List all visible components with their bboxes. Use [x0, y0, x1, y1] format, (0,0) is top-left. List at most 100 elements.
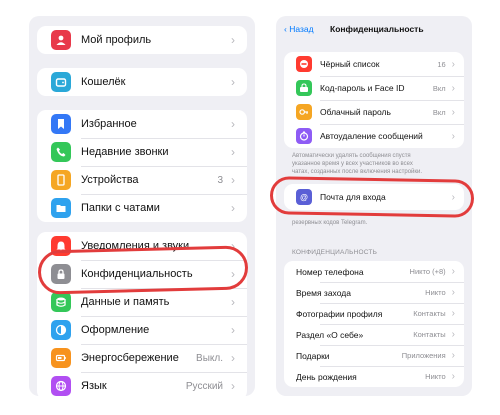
privacy-item-value: Контакты [413, 330, 446, 339]
privacy-item-value: Приложения [401, 351, 446, 360]
page-title: Конфиденциальность [330, 24, 424, 34]
lock-icon [51, 264, 71, 284]
settings-item-power-saving[interactable]: Энергосбережение Выкл. › [37, 344, 247, 372]
privacy-item-value: Никто (+8) [409, 267, 446, 276]
privacy-item-cloud-password[interactable]: Облачный пароль Вкл › [284, 100, 464, 124]
chevron-right-icon: › [451, 308, 455, 319]
privacy-settings-group: Номер телефона Никто (+8) › Время захода… [284, 261, 464, 387]
settings-item-appearance[interactable]: Оформление › [37, 316, 247, 344]
settings-item-my-profile[interactable]: Мой профиль › [37, 26, 247, 54]
privacy-item-bio[interactable]: Раздел «О себе» Контакты › [284, 324, 464, 345]
privacy-item-passcode[interactable]: Код-пароль и Face ID Вкл › [284, 76, 464, 100]
settings-screen: Мой профиль › Кошелёк › Избранное › Неда… [29, 16, 255, 396]
chevron-right-icon: › [451, 350, 455, 361]
footnote-line: чатах, созданных после включения настрой… [292, 169, 423, 175]
chevron-right-icon: › [231, 379, 235, 393]
settings-item-label: Оформление [81, 324, 150, 336]
back-button-label: Назад [289, 24, 314, 34]
chevron-left-icon: ‹ [284, 24, 287, 34]
passcode-value: Вкл [432, 83, 446, 93]
wallet-group: Кошелёк › [37, 68, 247, 96]
blocked-count: 16 [437, 59, 446, 69]
phone-icon [51, 142, 71, 162]
chevron-right-icon: › [231, 323, 235, 337]
settings-item-label: Уведомления и звуки [81, 240, 190, 252]
faceid-icon [296, 80, 312, 96]
privacy-item-birthday[interactable]: День рождения Никто › [284, 366, 464, 387]
chevron-right-icon: › [451, 58, 455, 70]
settings-item-label: Папки с чатами [81, 202, 160, 214]
privacy-item-gifts[interactable]: Подарки Приложения › [284, 345, 464, 366]
auto-delete-footnote: Автоматически удалять сообщения спустя у… [292, 152, 462, 176]
settings-item-privacy[interactable]: Конфиденциальность › [37, 260, 247, 288]
cloud-password-value: Вкл [432, 107, 446, 117]
privacy-item-label: Чёрный список [320, 59, 380, 69]
power-saving-value: Выкл. [196, 352, 223, 364]
chevron-right-icon: › [451, 266, 455, 277]
privacy-item-profile-photos[interactable]: Фотографии профиля Контакты › [284, 303, 464, 324]
settings-item-label: Недавние звонки [81, 146, 169, 158]
security-group: Чёрный список 16 › Код-пароль и Face ID … [284, 52, 464, 148]
settings-item-label: Кошелёк [81, 76, 126, 88]
chevron-right-icon: › [451, 82, 455, 94]
chevron-right-icon: › [451, 329, 455, 340]
privacy-item-label: Подарки [296, 350, 330, 361]
devices-icon [51, 170, 71, 190]
privacy-item-last-seen[interactable]: Время захода Никто › [284, 282, 464, 303]
chevron-right-icon: › [231, 267, 235, 281]
general-group: Избранное › Недавние звонки › Устройства… [37, 110, 247, 222]
privacy-item-label: Время захода [296, 287, 351, 298]
privacy-item-value: Никто [425, 372, 446, 381]
devices-count: 3 [217, 174, 223, 186]
settings-item-wallet[interactable]: Кошелёк › [37, 68, 247, 96]
privacy-item-label: Номер телефона [296, 266, 364, 277]
timer-icon [296, 128, 312, 144]
settings-item-recent-calls[interactable]: Недавние звонки › [37, 138, 247, 166]
settings-item-data-storage[interactable]: Данные и память › [37, 288, 247, 316]
privacy-item-label: День рождения [296, 371, 357, 382]
bookmark-icon [51, 114, 71, 134]
chevron-right-icon: › [451, 191, 455, 203]
settings-item-language[interactable]: Язык Русский › [37, 372, 247, 396]
preferences-group: Уведомления и звуки › Конфиденциальность… [37, 232, 247, 396]
profile-group: Мой профиль › [37, 26, 247, 54]
settings-item-favorites[interactable]: Избранное › [37, 110, 247, 138]
settings-item-label: Конфиденциальность [81, 268, 193, 280]
block-icon [296, 56, 312, 72]
settings-item-devices[interactable]: Устройства 3 › [37, 166, 247, 194]
privacy-item-phone-number[interactable]: Номер телефона Никто (+8) › [284, 261, 464, 282]
chevron-right-icon: › [451, 287, 455, 298]
at-icon: @ [296, 189, 312, 205]
settings-item-chat-folders[interactable]: Папки с чатами › [37, 194, 247, 222]
privacy-item-value: Никто [425, 288, 446, 297]
globe-icon [51, 376, 71, 396]
privacy-item-label: Автоудаление сообщений [320, 131, 423, 141]
appearance-icon [51, 320, 71, 340]
privacy-item-value: Контакты [413, 309, 446, 318]
privacy-item-label: Код-пароль и Face ID [320, 83, 405, 93]
chevron-right-icon: › [231, 173, 235, 187]
chevron-right-icon: › [451, 130, 455, 142]
settings-item-label: Избранное [81, 118, 137, 130]
user-icon [51, 30, 71, 50]
privacy-item-label: Почта для входа [320, 192, 386, 202]
settings-item-label: Язык [81, 380, 107, 392]
bell-icon [51, 236, 71, 256]
chevron-right-icon: › [231, 145, 235, 159]
privacy-item-blocked[interactable]: Чёрный список 16 › [284, 52, 464, 76]
language-value: Русский [185, 380, 223, 392]
chevron-right-icon: › [231, 295, 235, 309]
battery-icon [51, 348, 71, 368]
key-icon [296, 104, 312, 120]
settings-item-label: Данные и память [81, 296, 170, 308]
privacy-item-label: Раздел «О себе» [296, 329, 364, 340]
back-button[interactable]: ‹ Назад [284, 24, 314, 34]
settings-item-notifications[interactable]: Уведомления и звуки › [37, 232, 247, 260]
chevron-right-icon: › [231, 351, 235, 365]
wallet-icon [51, 72, 71, 92]
privacy-item-label: Облачный пароль [320, 107, 391, 117]
privacy-item-auto-delete[interactable]: Автоудаление сообщений › [284, 124, 464, 148]
database-icon [51, 292, 71, 312]
chevron-right-icon: › [231, 117, 235, 131]
privacy-item-login-email[interactable]: @ Почта для входа › [284, 184, 464, 210]
